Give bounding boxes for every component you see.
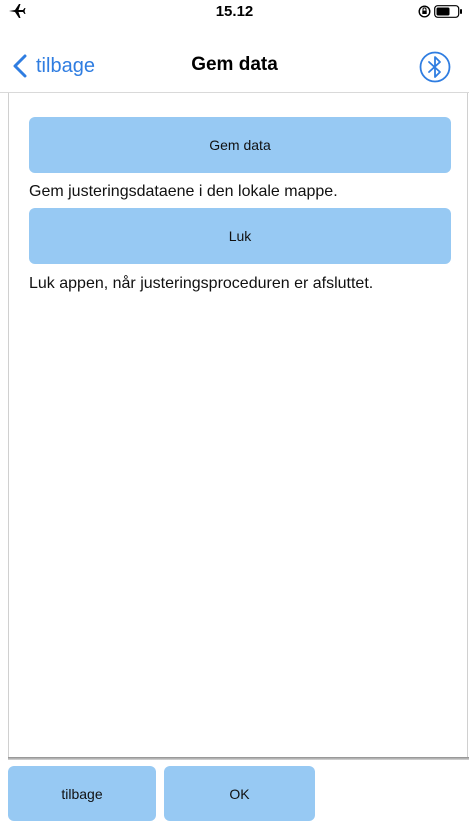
close-app-button[interactable]: Luk [29, 208, 451, 264]
page-title: Gem data [191, 54, 278, 75]
nav-bar: tilbage Gem data [0, 40, 469, 94]
content-border-right [467, 93, 468, 758]
screen: 15.12 tilbage Gem data Gem data Gem just… [0, 0, 469, 837]
toolbar-back-button[interactable]: tilbage [8, 766, 156, 821]
battery-icon [434, 5, 462, 18]
status-bar: 15.12 [0, 0, 469, 28]
close-description: Luk appen, når justeringsproceduren er a… [29, 275, 374, 292]
nav-divider [0, 92, 469, 93]
save-data-button[interactable]: Gem data [29, 117, 451, 173]
toolbar-divider [8, 757, 469, 760]
toolbar-ok-button[interactable]: OK [164, 766, 315, 821]
content-border-left [8, 93, 9, 758]
bluetooth-icon[interactable] [418, 50, 452, 84]
status-time: 15.12 [215, 3, 254, 20]
save-description: Gem justeringsdataene i den lokale mappe… [29, 183, 338, 200]
orientation-lock-icon [418, 5, 431, 18]
